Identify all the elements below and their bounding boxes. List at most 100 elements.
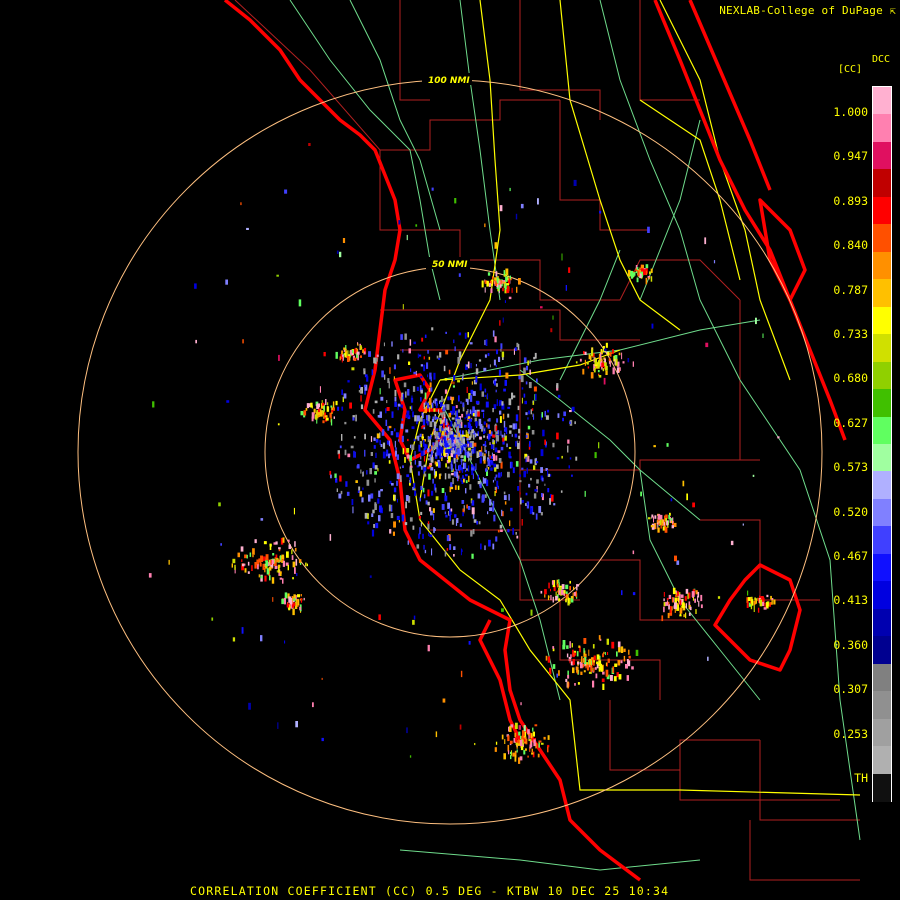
echo-pixel bbox=[258, 558, 261, 563]
echo-pixel bbox=[503, 753, 506, 760]
echo-pixel bbox=[484, 388, 487, 393]
echo-pixel bbox=[346, 491, 350, 496]
echo-pixel bbox=[471, 500, 475, 506]
echo-pixel bbox=[552, 580, 554, 585]
echo-pixel bbox=[465, 430, 467, 437]
echo-pixel bbox=[370, 436, 373, 442]
echo-pixel bbox=[464, 449, 467, 456]
echo-pixel bbox=[284, 592, 288, 599]
echo-pixel bbox=[260, 575, 263, 579]
echo-pixel bbox=[515, 414, 519, 422]
echo-pixel bbox=[319, 386, 321, 393]
echo-pixel bbox=[520, 203, 524, 209]
echo-pixel bbox=[467, 332, 469, 338]
echo-pixel bbox=[618, 647, 621, 653]
echo-pixel bbox=[682, 602, 685, 609]
echo-pixel bbox=[598, 360, 600, 367]
echo-pixel bbox=[574, 653, 577, 656]
echo-pixel bbox=[673, 522, 677, 527]
echo-pixel bbox=[504, 433, 506, 438]
echo-pixel bbox=[590, 666, 593, 672]
echo-pixel bbox=[376, 354, 379, 357]
echo-pixel bbox=[694, 598, 696, 603]
echo-pixel bbox=[604, 362, 607, 366]
echo-pixel bbox=[663, 606, 665, 613]
echo-pixel bbox=[401, 418, 404, 421]
echo-pixel bbox=[376, 433, 380, 439]
echo-pixel bbox=[462, 373, 464, 377]
echo-pixel bbox=[555, 591, 557, 597]
echo-pixel bbox=[410, 444, 411, 449]
echo-pixel bbox=[427, 489, 430, 497]
echo-pixel bbox=[439, 430, 441, 433]
radar-echoes bbox=[148, 143, 780, 764]
external-link-icon[interactable]: ⇱ bbox=[890, 6, 896, 17]
echo-pixel bbox=[576, 651, 579, 657]
echo-pixel bbox=[527, 417, 529, 420]
echo-pixel bbox=[531, 752, 534, 755]
echo-pixel bbox=[523, 739, 526, 742]
echo-pixel bbox=[374, 478, 376, 483]
echo-pixel bbox=[454, 485, 457, 490]
echo-pixel bbox=[530, 409, 532, 415]
echo-pixel bbox=[468, 641, 471, 645]
echo-pixel bbox=[528, 739, 532, 742]
echo-pixel bbox=[581, 656, 583, 663]
echo-pixel bbox=[439, 352, 442, 358]
echo-pixel bbox=[472, 529, 475, 535]
echo-pixel bbox=[515, 213, 518, 220]
echo-pixel bbox=[550, 588, 551, 592]
echo-pixel bbox=[574, 683, 576, 686]
echo-pixel bbox=[487, 433, 491, 439]
echo-pixel bbox=[472, 448, 474, 454]
echo-pixel bbox=[521, 735, 524, 740]
echo-pixel bbox=[441, 440, 443, 443]
echo-pixel bbox=[493, 359, 496, 366]
echo-pixel bbox=[394, 494, 396, 501]
echo-pixel bbox=[277, 423, 280, 426]
echo-pixel bbox=[451, 417, 455, 420]
color-scale-segment bbox=[873, 196, 891, 225]
echo-pixel bbox=[420, 389, 423, 394]
echo-pixel bbox=[563, 411, 566, 417]
echo-pixel bbox=[432, 508, 435, 513]
echo-pixel bbox=[391, 446, 394, 452]
echo-pixel bbox=[351, 499, 354, 506]
echo-pixel bbox=[462, 459, 464, 462]
echo-pixel bbox=[391, 341, 393, 347]
echo-pixel bbox=[241, 627, 244, 634]
echo-pixel bbox=[531, 430, 535, 435]
echo-pixel bbox=[436, 428, 439, 431]
color-scale-segment bbox=[873, 746, 891, 775]
echo-pixel bbox=[501, 509, 503, 516]
echo-pixel bbox=[358, 390, 362, 393]
echo-pixel bbox=[515, 461, 519, 467]
credit-text: NEXLAB-College of DuPage ⇱ bbox=[719, 4, 896, 17]
echo-pixel bbox=[481, 446, 483, 453]
echo-pixel bbox=[500, 343, 503, 349]
echo-pixel bbox=[523, 357, 527, 363]
echo-pixel bbox=[400, 334, 403, 340]
echo-pixel bbox=[607, 658, 610, 663]
echo-pixel bbox=[480, 543, 482, 550]
echo-pixel bbox=[478, 418, 482, 426]
echo-pixel bbox=[448, 426, 450, 433]
echo-pixel bbox=[450, 508, 453, 512]
echo-pixel bbox=[412, 386, 416, 392]
echo-pixel bbox=[524, 748, 527, 751]
echo-pixel bbox=[362, 487, 364, 490]
echo-pixel bbox=[362, 349, 364, 353]
echo-pixel bbox=[420, 375, 423, 379]
echo-pixel bbox=[369, 575, 372, 578]
echo-pixel bbox=[476, 433, 479, 436]
echo-pixel bbox=[668, 594, 672, 599]
echo-pixel bbox=[671, 606, 673, 611]
echo-pixel bbox=[560, 490, 563, 493]
echo-pixel bbox=[512, 527, 514, 535]
echo-pixel bbox=[532, 400, 535, 405]
echo-pixel bbox=[677, 591, 679, 596]
color-scale-tick: 0.573 bbox=[833, 460, 868, 475]
echo-pixel bbox=[645, 277, 648, 285]
echo-pixel bbox=[598, 660, 602, 666]
echo-pixel bbox=[386, 400, 388, 404]
